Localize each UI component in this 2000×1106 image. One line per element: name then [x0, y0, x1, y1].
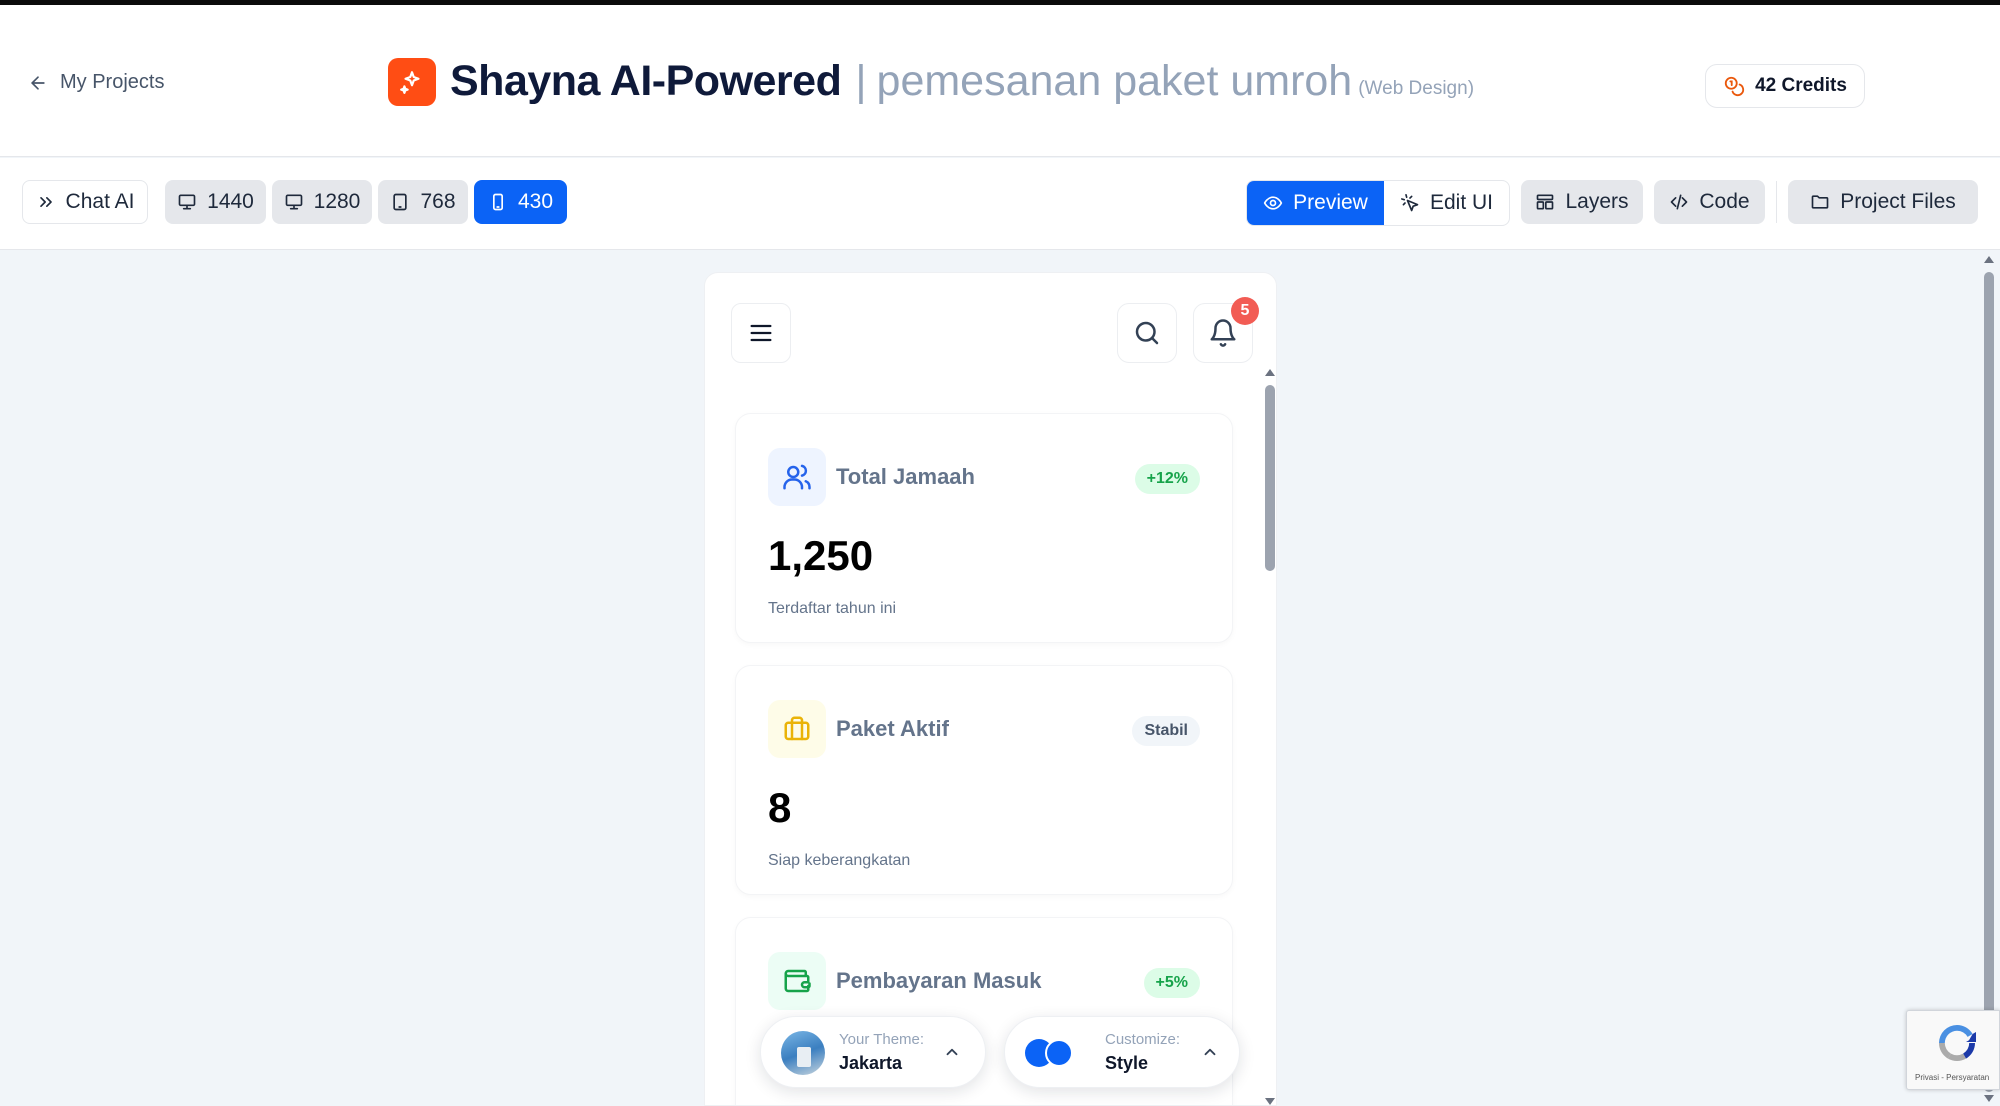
stat-value: 1,250: [768, 532, 874, 579]
layers-label: Layers: [1565, 190, 1629, 213]
credits-label: 42 Credits: [1755, 75, 1847, 96]
recaptcha-icon: [1939, 1025, 1976, 1062]
folder-icon: [1811, 195, 1829, 209]
customize-style-picker[interactable]: Customize: Style: [1004, 1016, 1240, 1088]
edit-ui-label: Edit UI: [1429, 191, 1494, 214]
sparkle-logo-icon: [388, 57, 436, 106]
code-icon: [1671, 194, 1688, 210]
theme-value: Jakarta: [839, 1053, 903, 1073]
viewport-label: 1440: [207, 190, 254, 213]
stat-card-paket-aktif[interactable]: Paket Aktif Stabil 8 Siap keberangkatan: [735, 665, 1233, 895]
search-button[interactable]: [1117, 303, 1177, 363]
customize-value: Style: [1105, 1053, 1149, 1073]
edit-ui-tab[interactable]: Edit UI: [1384, 181, 1509, 225]
title-tag: (Web Design): [1358, 77, 1475, 99]
back-to-projects-link[interactable]: My Projects: [28, 71, 164, 94]
project-files-label: Project Files: [1840, 190, 1956, 213]
cursor-click-icon: [1400, 194, 1419, 212]
preview-label: Preview: [1293, 191, 1368, 214]
search-icon: [1135, 321, 1159, 345]
viewport-label: 1280: [313, 190, 361, 213]
scroll-thumb[interactable]: [1984, 272, 1994, 1092]
project-files-button[interactable]: Project Files: [1788, 180, 1978, 224]
toolbar: Chat AI 1440 1280 768 430 Preview Edit U…: [0, 158, 2000, 250]
scroll-thumb[interactable]: [1265, 385, 1275, 571]
back-label: My Projects: [60, 71, 165, 93]
scroll-down-arrow[interactable]: [1984, 1095, 1994, 1102]
title-subtitle: pemesanan paket umroh: [876, 57, 1353, 105]
chat-ai-label: Chat AI: [65, 190, 135, 213]
stat-badge: +5%: [1143, 968, 1200, 998]
title-separator: |: [855, 57, 867, 105]
coins-icon: [1724, 76, 1745, 97]
customize-caption: Customize:: [1105, 1031, 1181, 1048]
stat-badge: Stabil: [1132, 716, 1200, 746]
stat-label: Paket Aktif: [836, 716, 949, 741]
chevron-up-icon: [946, 1048, 958, 1056]
chevron-up-icon: [1204, 1048, 1216, 1056]
layout-icon: [1537, 194, 1554, 210]
stat-label: Total Jamaah: [836, 464, 975, 489]
project-title: Shayna AI-Powered | pemesanan paket umro…: [388, 57, 1474, 106]
stat-label: Pembayaran Masuk: [836, 968, 1042, 993]
stat-caption: Siap keberangkatan: [768, 852, 911, 869]
recaptcha-badge[interactable]: Privasi - Persyaratan: [1906, 1010, 2000, 1090]
mobile-icon: [492, 193, 503, 211]
viewport-1440-button[interactable]: 1440: [165, 180, 266, 224]
scroll-up-arrow[interactable]: [1265, 369, 1275, 376]
viewport-1280-button[interactable]: 1280: [272, 180, 372, 224]
viewport-768-button[interactable]: 768: [378, 180, 468, 224]
preview-tab[interactable]: Preview: [1247, 181, 1384, 225]
scroll-up-arrow[interactable]: [1984, 256, 1994, 263]
style-toggle-icon: [1025, 1039, 1073, 1067]
hamburger-menu-button[interactable]: [731, 303, 791, 363]
stat-card-total-jamaah[interactable]: Total Jamaah +12% 1,250 Terdaftar tahun …: [735, 413, 1233, 643]
arrow-left-icon: [31, 75, 45, 90]
code-label: Code: [1699, 190, 1750, 213]
desktop-icon: [178, 194, 196, 210]
stat-value: 8: [768, 784, 792, 831]
bell-icon: [1210, 319, 1236, 347]
desktop-icon: [285, 194, 302, 210]
layers-button[interactable]: Layers: [1521, 180, 1643, 224]
preview-scrollbar[interactable]: [1263, 369, 1276, 1105]
chat-ai-button[interactable]: Chat AI: [22, 180, 148, 224]
stat-badge: +12%: [1134, 464, 1200, 494]
viewport-430-button[interactable]: 430: [474, 180, 567, 224]
tablet-icon: [393, 193, 408, 211]
toolbar-divider: [1776, 181, 1777, 223]
viewport-label: 430: [517, 190, 554, 213]
credits-button[interactable]: 42 Credits: [1705, 64, 1865, 108]
theme-thumbnail: [781, 1031, 825, 1075]
recaptcha-footer: Privasi - Persyaratan: [1915, 1073, 1990, 1082]
chevrons-right-icon: [39, 197, 52, 207]
viewport-label: 768: [420, 190, 456, 213]
scroll-down-arrow[interactable]: [1265, 1098, 1275, 1105]
app-header: My Projects Shayna AI-Powered | pemesana…: [0, 5, 2000, 157]
mobile-preview-frame: 5 Total Jamaah +12% 1,250 Terdaftar tahu…: [704, 272, 1277, 1106]
wallet-icon: [768, 952, 826, 1010]
menu-icon: [750, 324, 772, 342]
title-main: Shayna AI-Powered: [450, 57, 842, 105]
code-button[interactable]: Code: [1654, 180, 1765, 224]
eye-icon: [1263, 196, 1283, 210]
theme-caption: Your Theme:: [839, 1031, 925, 1048]
mode-switch: Preview Edit UI: [1246, 180, 1510, 226]
notification-badge: 5: [1231, 297, 1259, 325]
briefcase-icon: [768, 700, 826, 758]
theme-picker[interactable]: Your Theme: Jakarta: [760, 1016, 986, 1088]
page-scrollbar[interactable]: [1982, 252, 1996, 1106]
stat-caption: Terdaftar tahun ini: [768, 600, 897, 617]
users-icon: [768, 448, 826, 506]
